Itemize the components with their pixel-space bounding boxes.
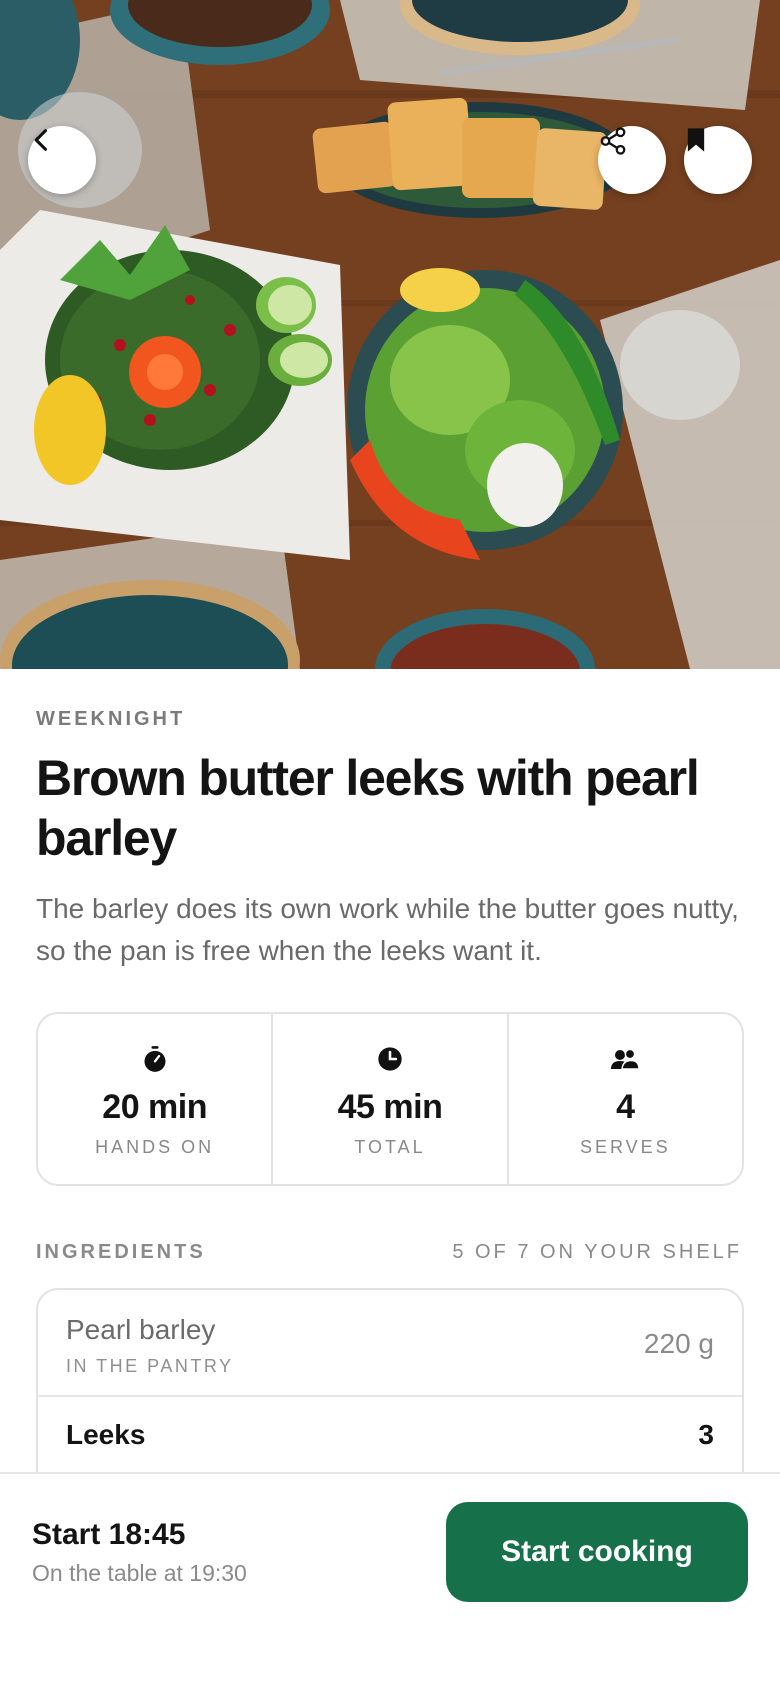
recipe-page: WEEKNIGHT Brown butter leeks with pearl …	[0, 0, 780, 1688]
stat-hands-on: 20 min HANDS ON	[38, 1014, 271, 1184]
hero-image	[0, 0, 780, 669]
bookmark-icon	[687, 128, 705, 152]
stat-label: TOTAL	[354, 1137, 426, 1157]
stat-total: 45 min TOTAL	[271, 1014, 506, 1184]
recipe-title: Brown butter leeks with pearl barley	[36, 750, 700, 866]
stopwatch-icon	[140, 1044, 170, 1074]
clock-icon	[375, 1044, 405, 1074]
people-icon	[610, 1044, 641, 1074]
table-time: On the table at 19:30	[32, 1560, 247, 1586]
stat-value: 4	[616, 1088, 635, 1126]
share-button[interactable]	[598, 126, 666, 194]
shelf-count: 5 OF 7 ON YOUR SHELF	[452, 1241, 742, 1263]
share-icon	[600, 127, 626, 155]
stat-value: 45 min	[337, 1088, 443, 1126]
ingredient-name: Leeks	[66, 1419, 146, 1450]
ingredient-name: Pearl barley	[66, 1314, 216, 1345]
recipe-description: The barley does its own work while the b…	[36, 893, 739, 966]
recipe-category: WEEKNIGHT	[36, 708, 186, 730]
ingredient-row[interactable]: Pearl barley IN THE PANTRY 220 g	[38, 1290, 742, 1397]
stat-value: 20 min	[102, 1088, 208, 1126]
stat-label: SERVES	[579, 1137, 671, 1157]
ingredient-quantity: 220 g	[643, 1328, 714, 1359]
bottom-action-bar: Start 18:45 On the table at 19:30 Start …	[0, 1472, 780, 1688]
stat-label: HANDS ON	[95, 1137, 215, 1157]
back-button[interactable]	[28, 126, 96, 194]
start-cooking-button[interactable]: Start cooking	[446, 1502, 748, 1602]
ingredient-note: IN THE PANTRY	[66, 1356, 234, 1376]
ingredient-quantity: 3	[698, 1419, 714, 1450]
bookmark-button[interactable]	[684, 126, 752, 194]
stat-serves: 4 SERVES	[506, 1014, 742, 1184]
recipe-stats: 20 min HANDS ON 45 min TOTAL 4 SERVES	[36, 1012, 744, 1186]
ingredients-heading: INGREDIENTS	[36, 1241, 206, 1263]
ingredient-row[interactable]: Leeks 3	[38, 1397, 742, 1477]
chevron-left-icon	[34, 129, 48, 151]
food-photo	[0, 0, 780, 669]
start-time: Start 18:45	[32, 1518, 186, 1551]
